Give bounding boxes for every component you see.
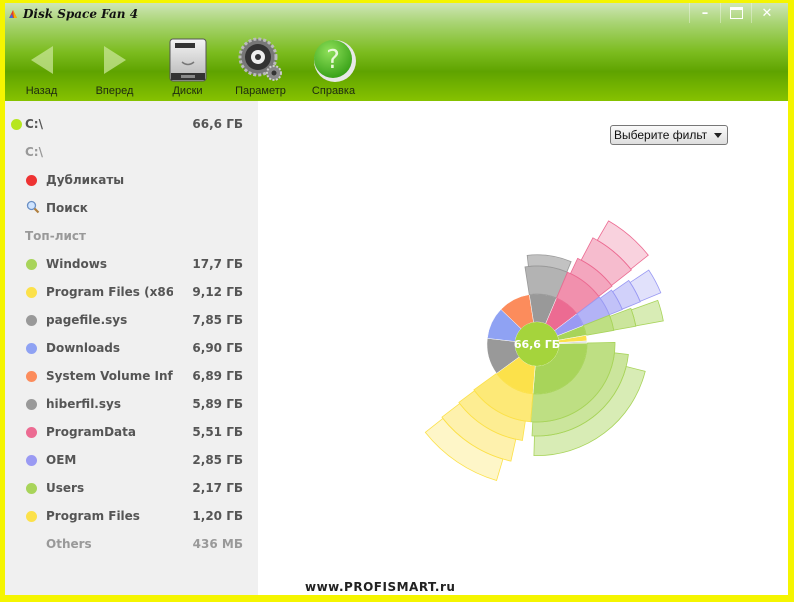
search-item[interactable]: Поиск: [5, 194, 258, 222]
sidebar: C:\ 66,6 ГБ C:\ Дубликаты Поиск Топ-лист…: [5, 101, 258, 595]
item-color-dot: [26, 258, 37, 270]
maximize-icon: [729, 7, 743, 19]
toplist-item[interactable]: Downloads 6,90 ГБ: [5, 334, 258, 362]
item-size: 1,20 ГБ: [192, 509, 243, 523]
item-size: 2,85 ГБ: [192, 453, 243, 467]
settings-label: Параметр: [235, 85, 286, 97]
item-name: pagefile.sys: [46, 313, 128, 327]
disks-button[interactable]: Диски: [151, 33, 224, 97]
toplist-item[interactable]: pagefile.sys 7,85 ГБ: [5, 306, 258, 334]
toplist-item[interactable]: Windows 17,7 ГБ: [5, 250, 258, 278]
help-label: Справка: [311, 85, 356, 97]
back-button[interactable]: Назад: [5, 33, 78, 97]
item-color-dot: [26, 286, 37, 298]
back-label: Назад: [25, 85, 58, 97]
duplicates-item[interactable]: Дубликаты: [5, 166, 258, 194]
others-label: Others: [46, 537, 92, 551]
item-name: System Volume Info...: [46, 369, 173, 383]
item-name: OEM: [46, 453, 77, 467]
item-color-dot: [26, 482, 37, 494]
item-name: Program Files (x86...: [46, 285, 173, 299]
duplicates-label: Дубликаты: [46, 173, 125, 187]
item-color-dot: [26, 370, 37, 382]
item-name: Program Files: [46, 509, 140, 523]
help-icon: ?: [313, 40, 356, 82]
svg-text:?: ?: [326, 45, 340, 75]
disks-label: Диски: [172, 85, 203, 97]
item-size: 5,89 ГБ: [192, 397, 243, 411]
app-logo-icon: [9, 10, 17, 18]
toplist-item[interactable]: Users 2,17 ГБ: [5, 474, 258, 502]
forward-arrow-icon: [103, 46, 126, 74]
chart-area: Выберите фильт 66,6 ГБ: [258, 101, 788, 595]
item-name: Windows: [46, 257, 107, 271]
help-button[interactable]: ? Справка: [297, 33, 370, 97]
drive-item[interactable]: C:\ 66,6 ГБ: [5, 110, 258, 138]
app-title: Disk Space Fan 4: [23, 7, 139, 21]
drive-size: 66,6 ГБ: [192, 117, 243, 131]
sunburst-subsegment[interactable]: [630, 299, 664, 327]
close-button[interactable]: ✕: [751, 3, 782, 23]
title-bar: Disk Space Fan 4 – ✕ Назад Вперед Диски …: [5, 3, 788, 101]
others-size: 436 МБ: [192, 537, 243, 551]
item-size: 17,7 ГБ: [192, 257, 243, 271]
others-item[interactable]: Others 436 МБ: [5, 530, 258, 558]
path-label-row: C:\: [5, 138, 258, 166]
item-color-dot: [26, 454, 37, 466]
item-size: 9,12 ГБ: [192, 285, 243, 299]
item-name: Downloads: [46, 341, 121, 355]
item-name: Users: [46, 481, 85, 495]
toolbar: Назад Вперед Диски Параметр ? Справка: [5, 33, 370, 97]
toplist-header: Топ-лист: [5, 222, 258, 250]
gear-icon: [238, 37, 282, 81]
toplist-item[interactable]: Program Files (x86... 9,12 ГБ: [5, 278, 258, 306]
item-size: 7,85 ГБ: [192, 313, 243, 327]
forward-label: Вперед: [95, 85, 134, 97]
drive-label: C:\: [25, 117, 43, 131]
watermark: www.PROFISMART.ru: [305, 580, 456, 594]
sunburst-center-label: 66,6 ГБ: [514, 338, 560, 351]
toplist-item[interactable]: Program Files 1,20 ГБ: [5, 502, 258, 530]
item-size: 2,17 ГБ: [192, 481, 243, 495]
minimize-button[interactable]: –: [689, 3, 720, 23]
toplist-item[interactable]: OEM 2,85 ГБ: [5, 446, 258, 474]
item-color-dot: [26, 314, 37, 326]
toplist-header-label: Топ-лист: [25, 229, 86, 243]
item-size: 6,90 ГБ: [192, 341, 243, 355]
forward-button[interactable]: Вперед: [78, 33, 151, 97]
drive-color-dot: [11, 118, 22, 130]
duplicates-dot-icon: [26, 174, 37, 186]
minimize-icon: –: [701, 5, 709, 21]
back-arrow-icon: [30, 46, 53, 74]
magnifier-icon: [26, 200, 46, 217]
item-name: hiberfil.sys: [46, 397, 121, 411]
current-path: C:\: [25, 145, 43, 159]
item-color-dot: [26, 510, 37, 522]
sunburst-chart[interactable]: 66,6 ГБ: [258, 101, 788, 595]
search-label: Поиск: [46, 201, 88, 215]
item-color-dot: [26, 398, 37, 410]
hard-drive-icon: [169, 38, 206, 82]
toplist-item[interactable]: ProgramData 5,51 ГБ: [5, 418, 258, 446]
item-size: 5,51 ГБ: [192, 425, 243, 439]
toplist-item[interactable]: hiberfil.sys 5,89 ГБ: [5, 390, 258, 418]
toplist-item[interactable]: System Volume Info... 6,89 ГБ: [5, 362, 258, 390]
close-icon: ✕: [761, 5, 773, 21]
settings-button[interactable]: Параметр: [224, 33, 297, 97]
app-window: Disk Space Fan 4 – ✕ Назад Вперед Диски …: [5, 3, 788, 595]
maximize-button[interactable]: [720, 3, 751, 23]
item-color-dot: [26, 426, 37, 438]
item-color-dot: [26, 342, 37, 354]
item-name: ProgramData: [46, 425, 136, 439]
item-size: 6,89 ГБ: [192, 369, 243, 383]
